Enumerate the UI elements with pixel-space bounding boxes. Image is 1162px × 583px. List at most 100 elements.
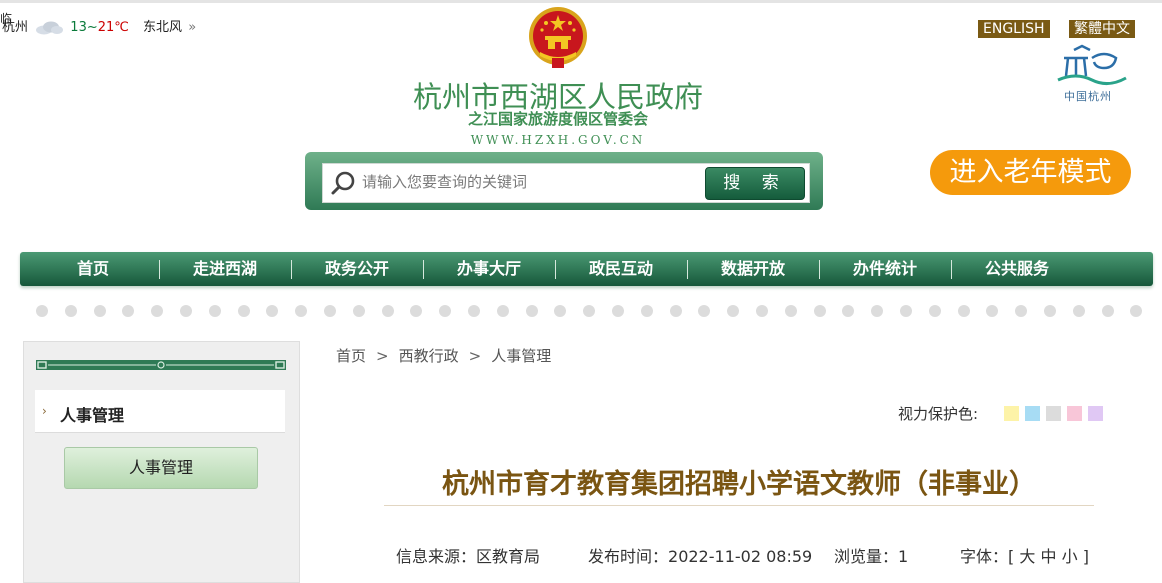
decorative-dot <box>93 305 106 317</box>
decorative-dot-row <box>30 305 1160 319</box>
font-label: 字体： <box>960 547 1009 566</box>
time-label: 发布时间： <box>588 547 669 566</box>
decorative-dot <box>1044 305 1056 317</box>
nav-item-about[interactable]: 走进西湖 <box>159 252 291 286</box>
elderly-mode-button[interactable]: 进入老年模式 <box>930 150 1131 195</box>
decorative-dot <box>669 305 682 317</box>
site-subtitle: 之江国家旅游度假区管委会 <box>467 110 648 128</box>
font-bracket-open: [ <box>1008 547 1015 566</box>
decorative-dot <box>324 305 336 317</box>
english-link[interactable]: ENGLISH <box>978 20 1050 38</box>
decorative-dot <box>151 305 164 317</box>
decorative-dot <box>698 305 711 317</box>
decorative-dot <box>208 305 221 317</box>
decorative-dot <box>1072 305 1085 317</box>
nav-item-home[interactable]: 首页 <box>27 252 159 286</box>
decorative-dot <box>756 305 768 317</box>
source-label: 信息来源： <box>396 547 477 566</box>
decorative-dot <box>928 305 941 317</box>
decorative-dot <box>583 305 596 317</box>
vision-protection-label: 视力保护色: <box>898 405 979 423</box>
temp-low: 13~ <box>70 20 98 35</box>
traditional-chinese-link[interactable]: 繁體中文 <box>1069 20 1135 38</box>
decorative-dot <box>986 305 999 317</box>
breadcrumb-admin[interactable]: 西教行政 <box>399 347 459 365</box>
article-title: 杭州市育才教育集团招聘小学语文教师（非事业） <box>442 469 1036 500</box>
views-value: 1 <box>898 547 909 566</box>
weather-more-link[interactable]: » <box>188 20 196 35</box>
top-border <box>0 0 1162 3</box>
clipped-text: 临 <box>0 12 13 26</box>
decorative-dot <box>640 305 653 317</box>
main-nav: 首页 走进西湖 政务公开 办事大厅 政民互动 数据开放 办件统计 公共服务 <box>20 252 1153 286</box>
article-publish-time: 发布时间：2022-11-02 08:59 <box>588 543 812 567</box>
decorative-dot <box>813 305 826 317</box>
weather-widget: 临 杭州 13~21℃ 东北风 » <box>0 12 196 35</box>
vision-color-gray[interactable] <box>1046 406 1061 421</box>
decorative-dot <box>957 305 970 317</box>
decorative-dot <box>842 305 855 317</box>
decorative-dot <box>727 305 740 317</box>
decorative-dot <box>122 305 135 317</box>
article-views: 浏览量：1 <box>834 543 908 567</box>
search-icon <box>331 171 355 195</box>
china-hangzhou-text: 中国杭州 <box>1064 90 1112 103</box>
nav-item-statistics[interactable]: 办件统计 <box>819 252 951 286</box>
views-label: 浏览量： <box>834 547 899 566</box>
decorative-dot <box>871 305 884 317</box>
nav-item-interaction[interactable]: 政民互动 <box>555 252 687 286</box>
search-button[interactable]: 搜 索 <box>705 167 805 200</box>
vision-color-yellow[interactable] <box>1004 406 1019 421</box>
decorative-dot <box>612 305 624 317</box>
national-emblem-icon <box>529 7 587 68</box>
time-value: 2022-11-02 08:59 <box>668 547 813 566</box>
source-value: 区教育局 <box>476 547 541 566</box>
vision-color-purple[interactable] <box>1088 406 1103 421</box>
decorative-dot <box>266 305 279 317</box>
decorative-dot <box>295 305 308 317</box>
decorative-dot <box>1101 305 1114 317</box>
decorative-dot <box>1015 305 1028 317</box>
decorative-dot <box>525 305 538 317</box>
vision-color-pink[interactable] <box>1067 406 1082 421</box>
decorative-dot <box>410 305 423 317</box>
title-divider <box>384 505 1094 506</box>
decorative-dot <box>381 305 394 317</box>
site-url: WWW.HZXH.GOV.CN <box>470 133 646 147</box>
breadcrumb: 首页 > 西教行政 > 人事管理 <box>336 345 559 366</box>
decorative-dot <box>784 305 797 317</box>
decorative-dot <box>64 305 77 317</box>
breadcrumb-sep: > <box>376 347 389 365</box>
decorative-dot <box>352 305 365 317</box>
decorative-dot <box>468 305 480 317</box>
decorative-dot <box>439 305 452 317</box>
font-size-control: 字体：[ 大 中 小 ] <box>960 543 1089 567</box>
font-large-button[interactable]: 大 <box>1019 547 1035 566</box>
weather-wind: 东北风 <box>143 20 183 35</box>
breadcrumb-home[interactable]: 首页 <box>336 347 366 365</box>
chevron-right-icon: › <box>42 404 47 418</box>
cloud-icon <box>36 21 64 34</box>
font-medium-button[interactable]: 中 <box>1040 547 1056 566</box>
vision-color-blue[interactable] <box>1025 406 1040 421</box>
decorative-dot <box>1130 305 1143 317</box>
nav-item-gov-affairs[interactable]: 政务公开 <box>291 252 423 286</box>
decorative-dot <box>900 305 912 317</box>
sidebar-ornament-icon <box>36 360 286 370</box>
sidebar-heading: 人事管理 <box>60 406 125 425</box>
decorative-dot <box>237 305 250 317</box>
breadcrumb-sep: > <box>468 347 482 365</box>
nav-item-open-data[interactable]: 数据开放 <box>687 252 819 286</box>
decorative-dot <box>554 305 567 317</box>
breadcrumb-current[interactable]: 人事管理 <box>491 347 551 365</box>
decorative-dot <box>496 305 509 317</box>
search-input[interactable] <box>362 166 692 198</box>
font-bracket-close: ] <box>1082 547 1089 566</box>
article-source: 信息来源：区教育局 <box>396 543 540 567</box>
temp-high: 21℃ <box>97 20 129 35</box>
nav-item-service-hall[interactable]: 办事大厅 <box>423 252 555 286</box>
nav-item-public-service[interactable]: 公共服务 <box>951 252 1083 286</box>
sidebar-item-personnel[interactable]: 人事管理 <box>64 447 258 489</box>
font-small-button[interactable]: 小 <box>1062 547 1078 566</box>
decorative-dot <box>180 305 192 317</box>
